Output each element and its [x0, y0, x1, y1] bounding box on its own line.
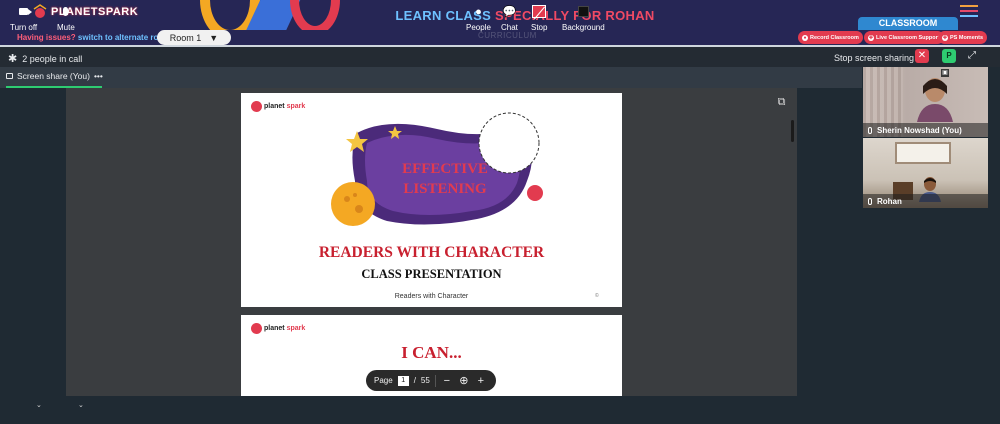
camera-options-chevron-icon[interactable]: ⌄ — [36, 401, 42, 409]
participant-name: Sherin Nowshad (You) — [877, 125, 962, 135]
close-icon: ✕ — [917, 50, 927, 61]
slide-logo-text-2: spark — [286, 325, 306, 332]
slide-1-title: READERS WITH CHARACTER — [318, 244, 545, 261]
panel-edge — [990, 67, 1000, 396]
art-line-2: LISTENING — [403, 181, 487, 197]
background-button[interactable]: Background — [562, 4, 605, 32]
popout-icon[interactable]: ⧉ — [773, 94, 790, 111]
background-label: Background — [562, 23, 605, 32]
zoom-in-icon[interactable]: + — [475, 375, 487, 387]
chat-icon: 💬 — [502, 6, 517, 18]
class-title: LEARN CLASS SPECIALLY FOR ROHAN — [0, 8, 1000, 23]
fullscreen-icon[interactable]: ⤢ — [968, 50, 976, 61]
participant-name: Rohan — [877, 196, 902, 206]
hamburger-menu-icon[interactable] — [960, 5, 978, 17]
record-classroom-button[interactable]: ● Record Classroom — [798, 31, 863, 44]
screen-icon — [6, 73, 13, 79]
planetspark-logo-icon — [251, 323, 262, 334]
camera-label: Turn off — [10, 23, 38, 32]
stop-sharing-label: Stop screen sharing — [834, 53, 915, 63]
top-banner: PLANETSPARK LEARN CLASS SPECIALLY FOR RO… — [0, 0, 1000, 30]
background-icon — [577, 6, 589, 17]
curriculum-label: CURRICULUM — [478, 31, 537, 40]
issues-text: Having issues? — [17, 33, 76, 42]
chat-button[interactable]: 💬 Chat — [501, 4, 518, 32]
page-number-input[interactable]: 1 — [397, 375, 409, 386]
slide-1: planet spark EFFECTIVE LISTENING READERS … — [241, 93, 622, 307]
slide-logo: planet spark — [251, 323, 305, 334]
slide-logo: planet spark — [251, 101, 305, 112]
participant-nameplate: Rohan — [863, 194, 988, 208]
participant-tile[interactable]: ▣ Sherin Nowshad (You) — [863, 67, 988, 137]
chat-label: Chat — [501, 23, 518, 32]
art-line-1: EFFECTIVE — [402, 161, 488, 177]
pager-divider — [434, 374, 436, 387]
slide-2-title: I CAN... — [401, 343, 462, 362]
classroom-tab[interactable]: CLASSROOM — [858, 17, 958, 30]
slide-logo-text-1: planet — [264, 103, 285, 110]
dropdown-arrow-icon: ▼ — [209, 32, 219, 43]
slide-1-footer-mark: © — [595, 293, 599, 299]
slide-logo-text-2: spark — [286, 103, 306, 110]
moments-icon: ✚ — [942, 34, 948, 41]
people-button[interactable]: ● People — [466, 4, 491, 33]
camera-icon — [19, 8, 33, 15]
record-icon: ● — [802, 34, 808, 41]
ps-moments-button[interactable]: ✚ PS Moments — [938, 31, 988, 44]
call-controls — [0, 396, 1000, 424]
mute-label: Mute — [57, 23, 75, 32]
call-header: ✱ 2 people in call Stop screen sharing ✕… — [0, 45, 1000, 67]
mic-icon — [868, 126, 872, 134]
tab-strip: Screen share (You) ••• — [0, 67, 862, 88]
viewer-scrollbar[interactable] — [791, 120, 794, 142]
slide-logo-text-1: planet — [264, 325, 285, 332]
room-window — [895, 142, 951, 164]
page-separator: / — [413, 376, 416, 385]
slide-1-subtitle: CLASS PRESENTATION — [361, 267, 502, 281]
issues-notice: Having issues? switch to alternate room — [17, 33, 170, 42]
mic-icon — [868, 197, 872, 205]
pin-icon[interactable]: ▣ — [941, 69, 949, 77]
participants-panel-bg — [862, 208, 1000, 396]
zoom-out-icon[interactable]: − — [441, 375, 453, 387]
participant-nameplate: Sherin Nowshad (You) — [863, 123, 988, 137]
stop-label: Stop — [531, 23, 548, 32]
presenter-badge[interactable]: P — [942, 49, 956, 63]
meeting-app: PLANETSPARK LEARN CLASS SPECIALLY FOR RO… — [0, 0, 1000, 424]
people-icon: ● — [475, 5, 482, 18]
mute-button[interactable]: Mute — [57, 4, 75, 32]
live-support-label: Live Classroom Support — [876, 34, 940, 41]
microphone-icon — [63, 7, 69, 16]
support-icon: ✚ — [868, 34, 874, 41]
people-label: People — [466, 23, 491, 32]
people-count-text: 2 people in call — [22, 53, 83, 64]
effective-listening-artwork: EFFECTIVE LISTENING — [331, 112, 543, 226]
more-options-icon[interactable]: ••• — [94, 71, 103, 81]
record-classroom-label: Record Classroom — [810, 34, 859, 41]
participant-video — [917, 78, 953, 122]
planetspark-logo-icon — [251, 101, 262, 112]
room-select[interactable]: Room 1 ▼ — [157, 30, 231, 45]
people-count: ✱ 2 people in call — [8, 52, 82, 65]
ps-moments-label: PS Moments — [950, 34, 984, 41]
page-navigator: Page 1 / 55 − ⊕ + — [366, 370, 496, 391]
stop-share-button[interactable]: Stop — [531, 4, 547, 32]
zoom-icon[interactable]: ⊕ — [458, 374, 470, 387]
stop-sharing-button[interactable]: ✕ — [915, 49, 929, 63]
live-support-button[interactable]: ✚ Live Classroom Support — [864, 31, 944, 44]
slide-1-footer: Readers with Character — [394, 293, 469, 300]
tab-screen-share-label: Screen share (You) — [17, 71, 90, 81]
tab-screen-share[interactable]: Screen share (You) ••• — [6, 71, 103, 81]
participant-tile[interactable]: Rohan — [863, 138, 988, 208]
mic-options-chevron-icon[interactable]: ⌄ — [78, 401, 84, 409]
page-total: 55 — [420, 376, 430, 385]
page-label: Page — [374, 376, 393, 385]
camera-button[interactable]: Turn off — [10, 4, 37, 32]
gear-icon[interactable]: ✱ — [8, 52, 17, 65]
stop-share-icon — [532, 5, 547, 18]
room-select-value: Room 1 — [169, 32, 202, 43]
